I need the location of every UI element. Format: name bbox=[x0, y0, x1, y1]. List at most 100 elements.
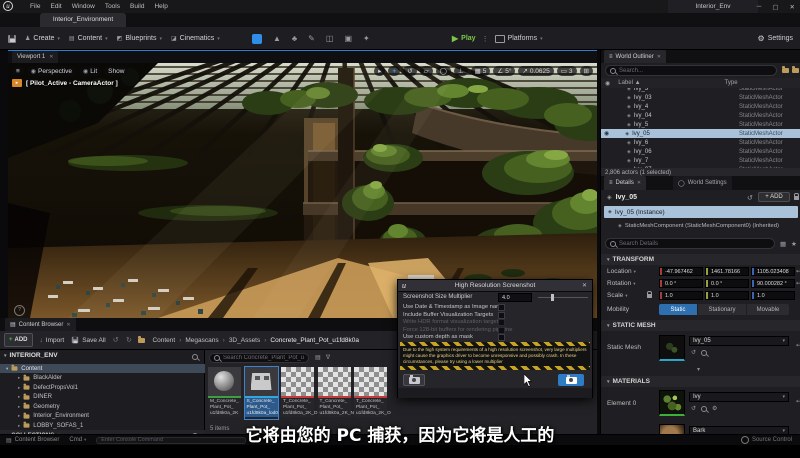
mode-mesh-paint-icon[interactable]: ✎ bbox=[308, 34, 315, 43]
multiplier-slider-track[interactable] bbox=[538, 297, 588, 298]
asset-tile-static-mesh-selected[interactable]: S_Concrete_Plant_Pot_u1fd8k0a_lod0 bbox=[245, 367, 278, 419]
tree-item-content[interactable]: ▾Content bbox=[0, 364, 205, 373]
outliner-row[interactable]: ◈Ivy_06StaticMeshActor bbox=[601, 147, 800, 156]
rotation-snap-toggle[interactable]: ∠5° bbox=[493, 66, 515, 76]
outliner-row-selected[interactable]: ◉◈Ivy_05StaticMeshActor bbox=[601, 129, 800, 138]
pilot-camera-icon[interactable]: ▸ bbox=[12, 79, 22, 87]
show-menu[interactable]: Show bbox=[104, 66, 128, 76]
menu-tools[interactable]: Tools bbox=[105, 3, 120, 10]
tab-world-outliner[interactable]: ≡World Outliner✕ bbox=[604, 50, 666, 63]
settings-button[interactable]: ⚙Settings bbox=[758, 27, 793, 50]
play-button[interactable]: ▶Play bbox=[452, 34, 476, 43]
mode-landscape-icon[interactable]: ▲ bbox=[273, 34, 281, 43]
outliner-search-input[interactable]: Search... bbox=[605, 65, 777, 76]
tab-world-settings[interactable]: ◯World Settings bbox=[673, 176, 732, 190]
filter-funnel-icon[interactable]: ∇ bbox=[326, 354, 330, 361]
folder-filter-icon[interactable] bbox=[792, 68, 799, 73]
close-icon[interactable]: ✕ bbox=[66, 322, 70, 328]
world-space-icon[interactable]: ◯ bbox=[436, 66, 451, 76]
location-z-field[interactable]: 1105.023408 bbox=[751, 267, 795, 276]
new-folder-icon[interactable] bbox=[782, 68, 789, 73]
mode-select-icon[interactable] bbox=[252, 34, 262, 44]
scale-x-field[interactable]: 1.0 bbox=[659, 291, 703, 300]
tab-interior-environment[interactable]: Interior_Environment bbox=[40, 13, 126, 27]
mode-animation-icon[interactable]: ✦ bbox=[363, 34, 370, 43]
component-row-instance[interactable]: ◈Ivy_05 (Instance) bbox=[604, 206, 798, 218]
rotation-y-field[interactable]: 0.0 ° bbox=[705, 279, 749, 288]
menu-file[interactable]: File bbox=[30, 3, 40, 10]
material-settings-icon[interactable]: ⚙ bbox=[712, 405, 717, 412]
reset-element0-icon[interactable]: ↩ bbox=[796, 398, 800, 405]
asset-search-input[interactable]: Search Concrete_Plant_Pot_u1fd bbox=[209, 353, 309, 363]
expand-section-icon[interactable]: ▾ bbox=[697, 366, 700, 373]
asset-tile-texture[interactable]: T_Concrete_Plant_Pot_u1fd8k0a_2K_N bbox=[318, 367, 351, 419]
tab-viewport-1[interactable]: Viewport 1✕ bbox=[12, 51, 58, 63]
favorites-icon[interactable]: ★ bbox=[791, 240, 797, 248]
outliner-row[interactable]: ◈Ivy_4StaticMeshActor bbox=[601, 102, 800, 111]
outliner-row[interactable]: ◈Ivy_6StaticMeshActor bbox=[601, 138, 800, 147]
import-button[interactable]: ↓Import bbox=[40, 337, 65, 344]
option-custom-depth-checkbox[interactable] bbox=[498, 334, 505, 341]
content-button[interactable]: ▤Content▾ bbox=[69, 35, 108, 42]
tree-item[interactable]: ▸DINER bbox=[0, 393, 205, 402]
play-options-icon[interactable]: ⋮ bbox=[482, 35, 489, 43]
mode-fracture-icon[interactable]: ◫ bbox=[326, 34, 334, 43]
scale-snap-toggle[interactable]: ↗0.0625 bbox=[518, 66, 553, 76]
mobility-movable-button[interactable]: Movable bbox=[747, 304, 789, 315]
breadcrumb-content[interactable]: Content bbox=[152, 337, 175, 344]
location-label[interactable]: Location▾ bbox=[607, 268, 636, 275]
material-ivy-thumbnail[interactable] bbox=[659, 390, 685, 416]
close-button[interactable]: ✕ bbox=[790, 3, 795, 11]
outliner-row[interactable]: ◈Ivy_5StaticMeshActor bbox=[601, 120, 800, 129]
lit-mode-selector[interactable]: ◉Lit bbox=[79, 66, 101, 76]
select-tool-icon[interactable]: ▸ bbox=[374, 66, 385, 76]
multiplier-value-field[interactable]: 4.0 bbox=[498, 293, 532, 302]
reset-location-icon[interactable]: ↩ bbox=[796, 268, 800, 275]
materials-section-header[interactable]: ▾MATERIALS bbox=[601, 376, 800, 387]
breadcrumb-current-folder[interactable]: Concrete_Plant_Pot_u1fd8k0a bbox=[270, 337, 359, 344]
rotate-tool-icon[interactable]: ↺ bbox=[403, 66, 416, 76]
viewport-info-icon[interactable]: ? bbox=[14, 305, 25, 316]
material-element0-dropdown[interactable]: Ivy▾ bbox=[689, 392, 789, 402]
blueprints-button[interactable]: ◩Blueprints▾ bbox=[117, 35, 162, 42]
save-icon[interactable] bbox=[8, 35, 16, 43]
option-buffer-checkbox[interactable] bbox=[498, 312, 505, 319]
save-filter-icon[interactable]: ▤ bbox=[315, 354, 321, 361]
create-button[interactable]: ♟Create▾ bbox=[25, 35, 60, 42]
minimize-button[interactable]: ─ bbox=[757, 3, 762, 10]
menu-window[interactable]: Window bbox=[72, 3, 95, 10]
eye-icon[interactable]: ◉ bbox=[604, 130, 609, 137]
find-in-browser-icon[interactable] bbox=[701, 406, 707, 412]
grid-snap-toggle[interactable]: ▦5 bbox=[471, 66, 491, 76]
perspective-selector[interactable]: ◉Perspective bbox=[27, 66, 76, 76]
tree-item[interactable]: ▸DefectPropsVol1 bbox=[0, 383, 205, 392]
outliner-row[interactable]: ◈Ivy_7StaticMeshActor bbox=[601, 156, 800, 165]
display-filter-icon[interactable]: ▦ bbox=[780, 240, 786, 248]
asset-tile-material[interactable]: M_Concrete_Plant_Pot_u1fd8k0a_2K bbox=[208, 367, 241, 419]
menu-edit[interactable]: Edit bbox=[50, 3, 61, 10]
tab-details[interactable]: ≡Details✕ bbox=[604, 176, 646, 190]
search-icon[interactable] bbox=[192, 354, 198, 360]
add-button[interactable]: +ADD bbox=[4, 333, 33, 347]
browse-to-asset-icon[interactable]: ↺ bbox=[691, 349, 696, 356]
close-icon[interactable]: ✕ bbox=[49, 54, 53, 60]
close-icon[interactable]: ✕ bbox=[582, 282, 587, 289]
details-search-input[interactable]: Search Details bbox=[605, 238, 775, 249]
rotation-label[interactable]: Rotation▾ bbox=[607, 280, 635, 287]
sources-header[interactable]: ▾INTERIOR_ENV bbox=[4, 352, 58, 359]
rotation-z-field[interactable]: 90.000282 ° bbox=[751, 279, 795, 288]
refresh-icon[interactable]: ↺ bbox=[747, 194, 753, 202]
mobility-static-button[interactable]: Static bbox=[659, 304, 697, 315]
static-mesh-section-header[interactable]: ▾STATIC MESH bbox=[601, 320, 800, 331]
reset-static-mesh-icon[interactable]: ↩ bbox=[796, 342, 800, 349]
asset-tile-texture[interactable]: T_Concrete_Plant_Pot_u1fd8k0a_2K_O bbox=[354, 367, 387, 419]
transform-section-header[interactable]: ▾TRANSFORM bbox=[601, 254, 800, 265]
close-icon[interactable]: ✕ bbox=[657, 54, 661, 60]
history-back-icon[interactable]: ↺ bbox=[113, 336, 119, 344]
open-screenshot-folder-button[interactable] bbox=[403, 374, 425, 386]
multiplier-slider-handle[interactable] bbox=[551, 294, 554, 301]
tree-item[interactable]: ▸BlackAlder bbox=[0, 374, 205, 383]
scale-z-field[interactable]: 1.0 bbox=[751, 291, 795, 300]
scale-tool-icon[interactable]: ▱ bbox=[420, 66, 433, 76]
menu-build[interactable]: Build bbox=[130, 3, 144, 10]
